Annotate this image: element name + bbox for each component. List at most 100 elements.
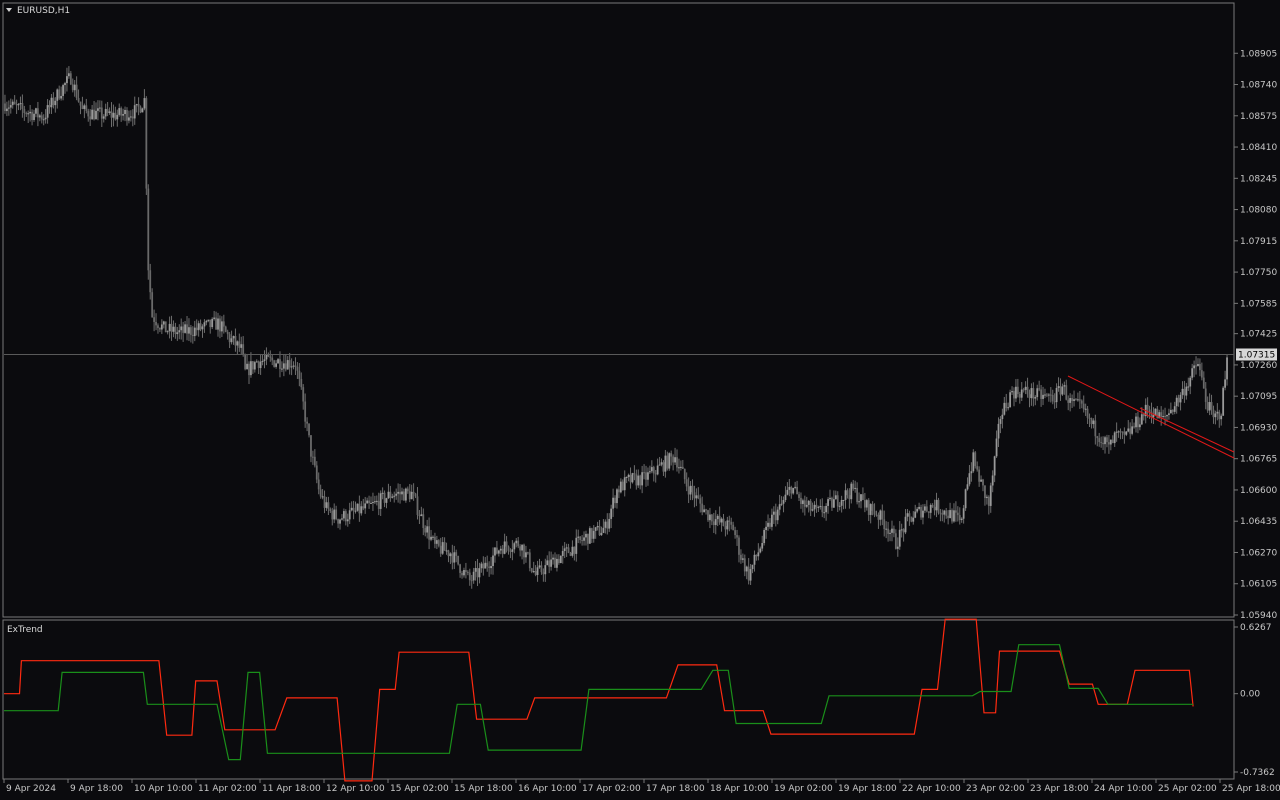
- candle-body: [1057, 386, 1060, 388]
- candle-body: [484, 562, 487, 569]
- candle-body: [800, 497, 802, 504]
- candle-body: [370, 502, 372, 504]
- price-tick-label: 1.06105: [1240, 580, 1277, 590]
- candle-body: [858, 501, 860, 503]
- candle-body: [366, 500, 369, 504]
- candle-body: [769, 522, 771, 527]
- candle-body: [978, 469, 981, 482]
- candle-body: [1140, 414, 1143, 425]
- price-tick-label: 1.07095: [1240, 392, 1277, 402]
- candle-body: [172, 326, 175, 332]
- candle-body: [281, 368, 283, 370]
- candle-body: [412, 491, 415, 494]
- candle-body: [819, 505, 822, 507]
- candle-body: [871, 504, 874, 511]
- candle-body: [397, 491, 400, 494]
- candle-body: [120, 108, 123, 116]
- candle-body: [17, 104, 20, 106]
- candle-body: [77, 97, 80, 102]
- price-tick-label: 1.08740: [1240, 81, 1277, 91]
- candle-body: [97, 108, 99, 111]
- candle-body: [949, 510, 951, 519]
- candle-body: [375, 500, 378, 502]
- candle-body: [1063, 385, 1066, 387]
- price-tick-label: 1.08245: [1240, 174, 1277, 184]
- candle-body: [627, 474, 630, 478]
- candle-body: [1187, 386, 1190, 388]
- candle-body: [993, 456, 996, 476]
- candle-body: [129, 116, 132, 118]
- candle-body: [1009, 392, 1012, 408]
- candle-body: [23, 109, 26, 113]
- candle-body: [124, 109, 126, 115]
- candle-body: [1098, 438, 1101, 443]
- candle-body: [542, 572, 545, 575]
- candle-body: [19, 103, 22, 105]
- candle-body: [1082, 403, 1085, 410]
- candle-body: [815, 504, 818, 508]
- candle-body: [112, 112, 115, 118]
- candle-body: [513, 543, 516, 550]
- indicator-tick-label: 0.00: [1240, 690, 1260, 700]
- candle-body: [122, 114, 125, 116]
- price-tick-label: 1.08905: [1240, 49, 1277, 59]
- candle-body: [848, 495, 851, 500]
- time-tick-label: 12 Apr 10:00: [326, 784, 385, 794]
- candle-body: [226, 331, 229, 335]
- candle-body: [1078, 399, 1081, 401]
- candle-body: [193, 327, 196, 337]
- candle-body: [248, 363, 250, 376]
- candle-body: [157, 325, 159, 329]
- candle-body: [652, 467, 655, 474]
- candle-body: [550, 559, 553, 567]
- candle-body: [259, 361, 262, 369]
- candle-body: [15, 104, 18, 106]
- candle-body: [840, 500, 843, 506]
- candle-body: [1034, 397, 1037, 399]
- candle-body: [654, 473, 657, 475]
- candle-body: [244, 354, 247, 370]
- candle-body: [1036, 388, 1039, 398]
- price-panel[interactable]: EURUSD,H1 1.08905 1.08740 1.08575 1.08410 1.…: [2, 2, 1277, 621]
- candle-body: [9, 105, 12, 108]
- candle-body: [329, 508, 332, 511]
- candle-body: [641, 472, 644, 486]
- candle-body: [104, 108, 107, 117]
- candle-body: [445, 550, 448, 552]
- candle-body: [914, 511, 917, 518]
- candle-body: [116, 114, 119, 120]
- candle-body: [747, 566, 750, 581]
- candle-body: [178, 330, 181, 333]
- candle-body: [277, 359, 279, 364]
- candle-body: [1077, 399, 1079, 401]
- candle-body: [62, 85, 64, 96]
- candle-body: [893, 528, 895, 534]
- candle-body: [38, 115, 41, 118]
- candle-body: [1133, 426, 1135, 428]
- indicator-panel[interactable]: ExTrend 0.6267 0.00 -0.7362: [2, 618, 1275, 782]
- candle-body: [1193, 365, 1196, 369]
- candle-body: [786, 489, 789, 495]
- candle-body: [1200, 370, 1203, 378]
- price-tick-label: 1.05940: [1240, 611, 1277, 621]
- candle-body: [1047, 394, 1050, 396]
- candle-body: [995, 438, 998, 457]
- candle-body: [964, 489, 967, 509]
- candle-body: [439, 545, 442, 554]
- candle-body: [999, 419, 1002, 424]
- candle-body: [1183, 388, 1186, 396]
- candle-body: [40, 115, 43, 120]
- candle-body: [842, 499, 845, 501]
- candle-body: [133, 105, 136, 119]
- time-tick-label: 25 Apr 02:00: [1158, 784, 1217, 794]
- candle-body: [534, 571, 537, 575]
- candle-body: [557, 558, 560, 564]
- candle-body: [1080, 400, 1083, 404]
- candle-body: [1109, 439, 1112, 445]
- candle-body: [701, 503, 704, 513]
- candle-body: [300, 379, 303, 388]
- candle-body: [900, 529, 903, 531]
- candle-body: [25, 112, 28, 115]
- time-tick-label: 10 Apr 10:00: [134, 784, 193, 794]
- candle-body: [141, 108, 144, 113]
